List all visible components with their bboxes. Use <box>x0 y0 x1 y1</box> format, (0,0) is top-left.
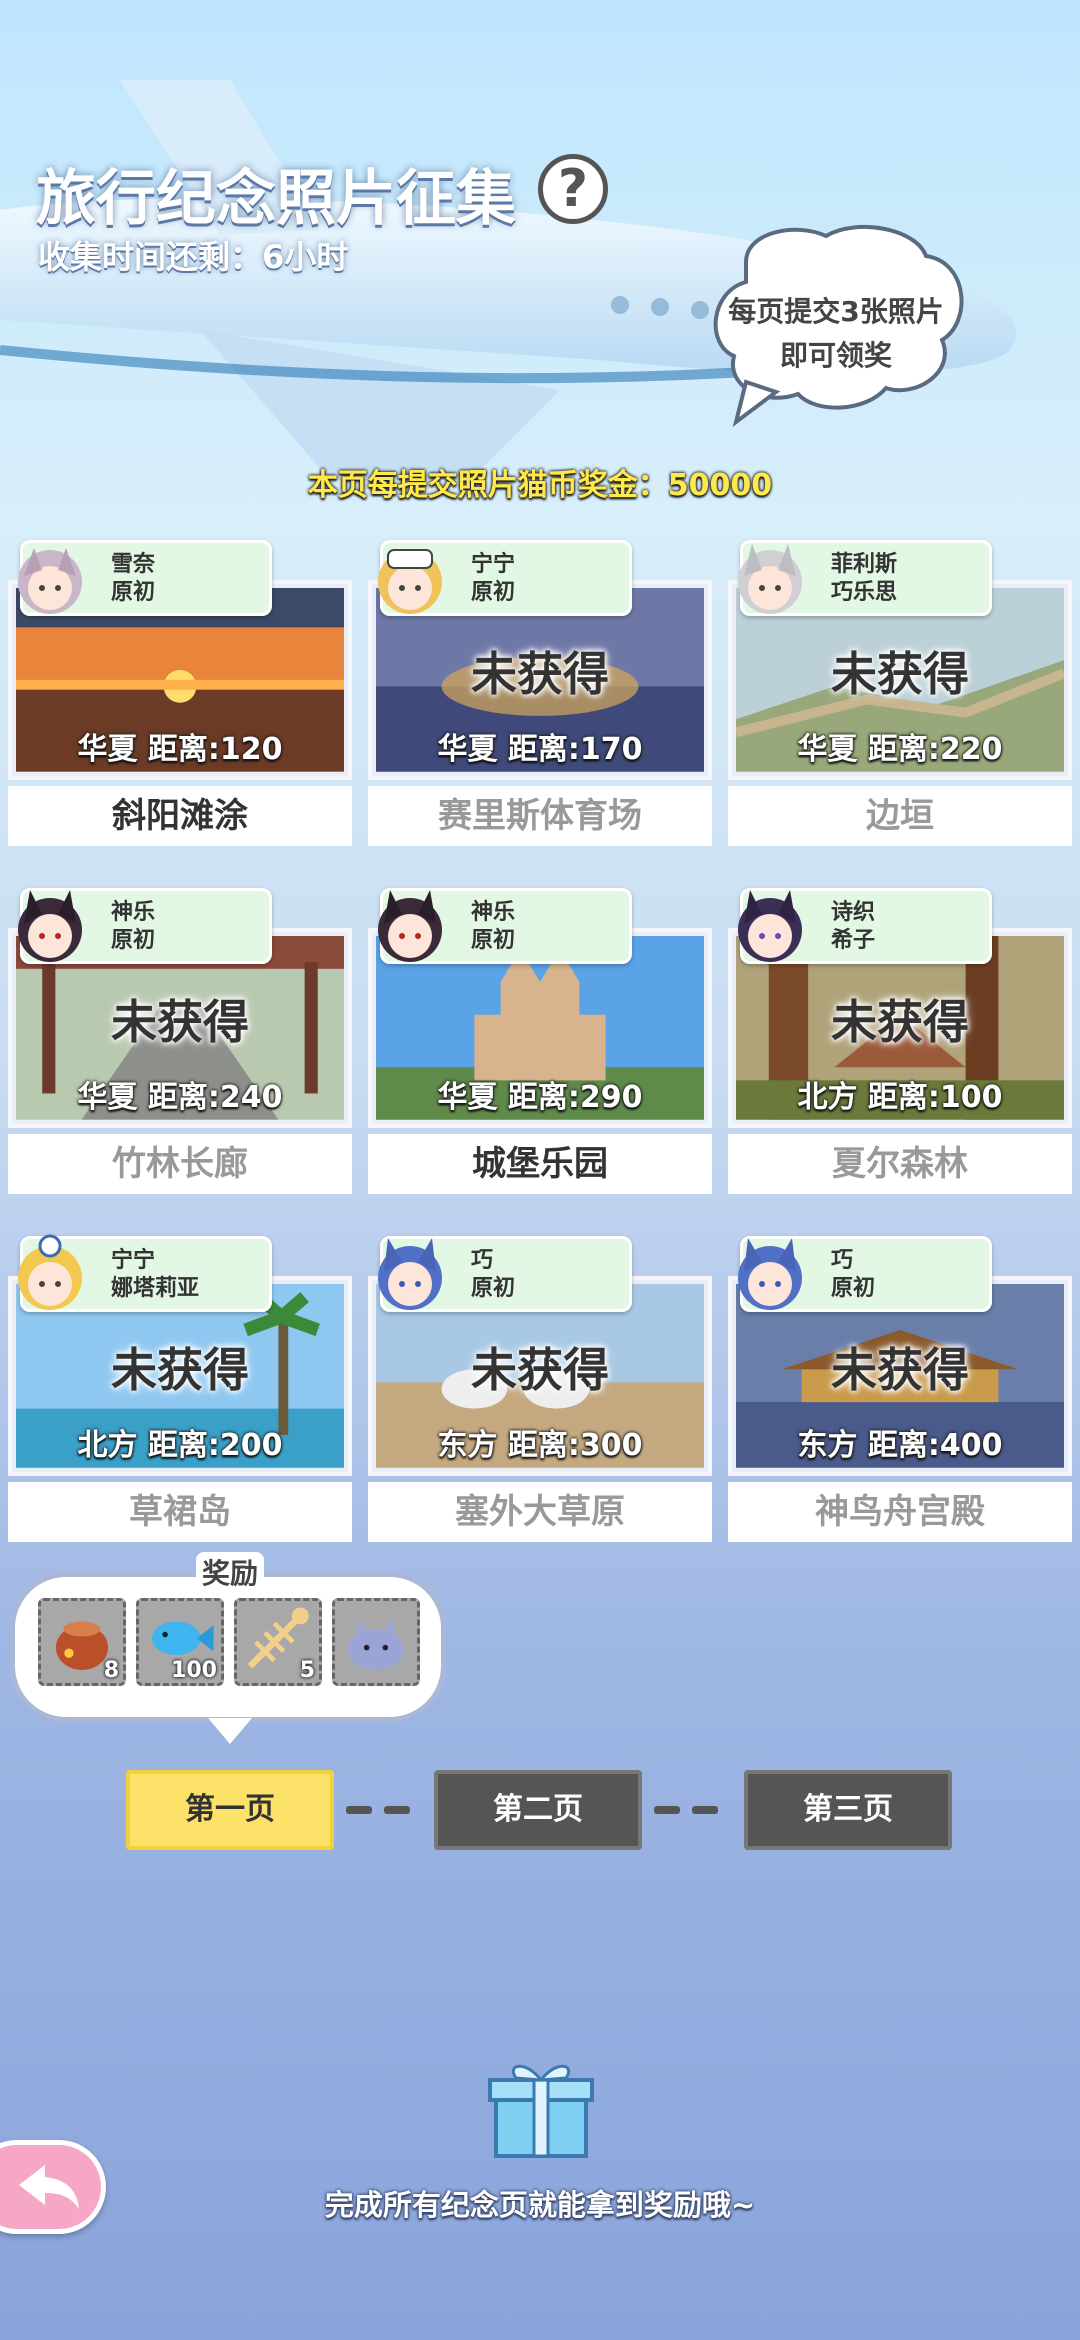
location-distance: 北方 距离:200 <box>77 1428 283 1463</box>
pager-dash <box>346 1806 372 1814</box>
character-avatar-icon <box>738 890 802 962</box>
location-name: 赛里斯体育场 <box>368 786 712 846</box>
photo-card[interactable]: 未获得 东方 距离:400 巧 原初 神鸟舟宫殿 <box>728 1236 1072 1542</box>
gift-box-icon[interactable] <box>486 2050 596 2160</box>
back-arrow-icon <box>19 2165 79 2209</box>
character-name-2: 原初 <box>831 1276 876 1301</box>
character-name-1: 宁宁 <box>471 552 516 577</box>
locked-label: 未获得 <box>831 1343 969 1397</box>
bubble-text: 每页提交3张照片 即可领奖 <box>706 290 966 378</box>
help-button[interactable]: ? <box>538 154 608 224</box>
location-name: 草裙岛 <box>8 1482 352 1542</box>
location-name: 城堡乐园 <box>368 1134 712 1194</box>
location-distance: 东方 距离:300 <box>437 1428 643 1463</box>
bonus-text: 本页每提交照片猫币奖金：50000 <box>307 468 773 503</box>
character-name-1: 神乐 <box>471 900 516 925</box>
photo-card[interactable]: 未获得 北方 距离:200 宁宁 娜塔莉亚 草裙岛 <box>8 1234 352 1542</box>
character-names: 宁宁 娜塔莉亚 <box>111 1247 199 1303</box>
page-button-1[interactable]: 第一页 <box>126 1770 334 1850</box>
character-name-2: 原初 <box>111 928 156 953</box>
reward-item[interactable] <box>332 1598 420 1686</box>
character-names: 菲利斯 巧乐思 <box>831 551 897 607</box>
photo-card[interactable]: 华夏 距离:120 雪奈 原初 斜阳滩涂 <box>8 540 352 846</box>
reward-title: 奖励 <box>196 1552 265 1592</box>
character-names: 神乐 原初 <box>111 899 155 955</box>
locked-label: 未获得 <box>471 647 609 701</box>
location-name: 竹林长廊 <box>8 1134 352 1194</box>
photo-card[interactable]: 未获得 华夏 距离:220 菲利斯 巧乐思 边垣 <box>728 540 1072 846</box>
pager-dash <box>384 1806 410 1814</box>
page-title: 旅行纪念照片征集 <box>36 164 516 234</box>
photo-card[interactable]: 未获得 华夏 距离:240 神乐 原初 竹林长廊 <box>8 888 352 1194</box>
character-name-2: 希子 <box>831 928 876 953</box>
location-distance: 北方 距离:100 <box>797 1080 1003 1115</box>
location-name: 边垣 <box>728 786 1072 846</box>
character-avatar-icon <box>18 890 82 962</box>
character-names: 巧 原初 <box>471 1247 515 1303</box>
character-name-2: 原初 <box>471 580 516 605</box>
character-avatar-icon <box>378 890 442 962</box>
character-names: 巧 原初 <box>831 1247 875 1303</box>
photo-card[interactable]: 未获得 东方 距离:300 巧 原初 塞外大草原 <box>368 1236 712 1542</box>
reward-item[interactable]: 100 <box>136 1598 224 1686</box>
bubble-line-2: 即可领奖 <box>779 339 892 372</box>
character-name-2: 原初 <box>111 580 156 605</box>
location-name: 塞外大草原 <box>368 1482 712 1542</box>
location-name: 神鸟舟宫殿 <box>728 1482 1072 1542</box>
character-names: 雪奈 原初 <box>111 551 155 607</box>
location-distance: 华夏 距离:120 <box>77 732 283 767</box>
character-avatar-icon <box>18 1234 82 1310</box>
character-avatar-icon <box>378 1238 442 1310</box>
character-names: 神乐 原初 <box>471 899 515 955</box>
character-avatar-icon <box>378 549 442 614</box>
reward-item[interactable]: 8 <box>38 1598 126 1686</box>
character-avatar-icon <box>738 1238 802 1310</box>
location-name: 斜阳滩涂 <box>8 786 352 846</box>
character-name-1: 雪奈 <box>111 552 156 577</box>
locked-label: 未获得 <box>831 647 969 701</box>
reward-quantity: 5 <box>299 1658 315 1683</box>
character-name-2: 娜塔莉亚 <box>111 1276 200 1301</box>
bubble-line-1: 每页提交3张照片 <box>728 295 944 328</box>
pager-dash <box>692 1806 718 1814</box>
character-name-1: 巧 <box>831 1248 854 1273</box>
location-distance: 华夏 距离:290 <box>437 1080 643 1115</box>
character-names: 宁宁 原初 <box>471 551 515 607</box>
back-button[interactable] <box>0 2140 106 2234</box>
location-distance: 华夏 距离:220 <box>797 732 1003 767</box>
location-distance: 华夏 距离:240 <box>77 1080 283 1115</box>
locked-label: 未获得 <box>831 995 969 1049</box>
character-name-1: 菲利斯 <box>831 552 898 577</box>
character-name-2: 巧乐思 <box>831 580 898 605</box>
location-distance: 华夏 距离:170 <box>437 732 643 767</box>
page-button-3[interactable]: 第三页 <box>744 1770 952 1850</box>
pager-dash <box>654 1806 680 1814</box>
locked-label: 未获得 <box>471 1343 609 1397</box>
locked-label: 未获得 <box>111 1343 249 1397</box>
reward-quantity: 100 <box>171 1658 217 1683</box>
locked-label: 未获得 <box>111 995 249 1049</box>
location-name: 夏尔森林 <box>728 1134 1072 1194</box>
page-button-2[interactable]: 第二页 <box>434 1770 642 1850</box>
character-names: 诗织 希子 <box>831 899 875 955</box>
character-name-1: 神乐 <box>111 900 156 925</box>
photo-card[interactable]: 未获得 北方 距离:100 诗织 希子 夏尔森林 <box>728 888 1072 1194</box>
photo-card[interactable]: 未获得 华夏 距离:170 宁宁 原初 赛里斯体育场 <box>368 540 712 846</box>
reward-quantity: 8 <box>103 1658 119 1683</box>
character-name-2: 原初 <box>471 1276 516 1301</box>
character-name-2: 原初 <box>471 928 516 953</box>
character-name-1: 巧 <box>471 1248 494 1273</box>
footer-hint: 完成所有纪念页就能拿到奖励哦~ <box>324 2188 756 2222</box>
reward-item[interactable]: 5 <box>234 1598 322 1686</box>
time-remaining: 收集时间还剩：6小时 <box>38 238 349 276</box>
location-distance: 东方 距离:400 <box>797 1428 1003 1463</box>
reward-pointer <box>208 1718 252 1744</box>
cat-plush-icon <box>348 1619 404 1670</box>
photo-card[interactable]: 华夏 距离:290 神乐 原初 城堡乐园 <box>368 888 712 1194</box>
character-avatar-icon <box>738 544 802 614</box>
character-name-1: 宁宁 <box>111 1248 156 1273</box>
character-avatar-icon <box>18 548 82 614</box>
character-name-1: 诗织 <box>831 900 876 925</box>
